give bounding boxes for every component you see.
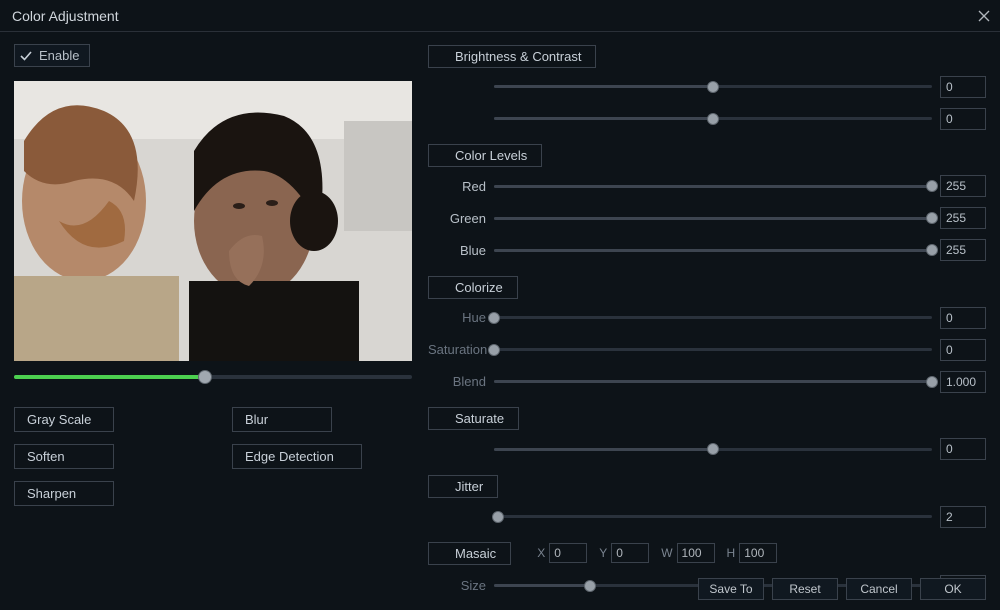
red-value[interactable] <box>940 175 986 197</box>
check-icon <box>19 49 33 63</box>
mosaic-header[interactable]: Masaic <box>428 542 511 565</box>
close-button[interactable] <box>976 8 992 24</box>
sharpen-button[interactable]: Sharpen <box>14 481 114 506</box>
saturation-value[interactable] <box>940 339 986 361</box>
brightness-value[interactable] <box>940 76 986 98</box>
close-icon <box>978 10 990 22</box>
hue-label: Hue <box>428 310 494 325</box>
preview-slider[interactable] <box>14 369 412 385</box>
green-slider[interactable] <box>494 210 932 226</box>
saturate-value[interactable] <box>940 438 986 460</box>
colorize-header[interactable]: Colorize <box>428 276 518 299</box>
preview-image <box>14 81 412 361</box>
enable-checkbox[interactable]: Enable <box>14 44 90 67</box>
blue-label: Blue <box>428 243 494 258</box>
hue-value[interactable] <box>940 307 986 329</box>
red-slider[interactable] <box>494 178 932 194</box>
red-label: Red <box>428 179 494 194</box>
mosaic-x-input[interactable] <box>549 543 587 563</box>
saturate-header[interactable]: Saturate <box>428 407 519 430</box>
reset-button[interactable]: Reset <box>772 578 838 600</box>
mosaic-h-input[interactable] <box>739 543 777 563</box>
mosaic-w-label: W <box>661 546 672 560</box>
mosaic-h-label: H <box>727 546 736 560</box>
enable-label: Enable <box>39 48 79 63</box>
blue-value[interactable] <box>940 239 986 261</box>
brightness-contrast-header[interactable]: Brightness & Contrast <box>428 45 596 68</box>
blend-label: Blend <box>428 374 494 389</box>
color-levels-header[interactable]: Color Levels <box>428 144 542 167</box>
mosaic-y-label: Y <box>599 546 607 560</box>
green-value[interactable] <box>940 207 986 229</box>
saturation-label: Saturation <box>428 342 494 357</box>
jitter-slider[interactable] <box>494 509 932 525</box>
gray-scale-button[interactable]: Gray Scale <box>14 407 114 432</box>
jitter-header[interactable]: Jitter <box>428 475 498 498</box>
green-label: Green <box>428 211 494 226</box>
blend-value[interactable] <box>940 371 986 393</box>
contrast-value[interactable] <box>940 108 986 130</box>
edge-detection-button[interactable]: Edge Detection <box>232 444 362 469</box>
saturate-slider[interactable] <box>494 441 932 457</box>
mosaic-w-input[interactable] <box>677 543 715 563</box>
save-to-button[interactable]: Save To <box>698 578 764 600</box>
mosaic-x-label: X <box>537 546 545 560</box>
hue-slider[interactable] <box>494 310 932 326</box>
blue-slider[interactable] <box>494 242 932 258</box>
jitter-value[interactable] <box>940 506 986 528</box>
window-title: Color Adjustment <box>12 8 119 24</box>
mosaic-y-input[interactable] <box>611 543 649 563</box>
contrast-slider[interactable] <box>494 111 932 127</box>
title-bar: Color Adjustment <box>0 0 1000 32</box>
mosaic-size-label: Size <box>428 578 494 593</box>
ok-button[interactable]: OK <box>920 578 986 600</box>
footer-buttons: Save To Reset Cancel OK <box>698 578 986 600</box>
blur-button[interactable]: Blur <box>232 407 332 432</box>
blend-slider[interactable] <box>494 374 932 390</box>
cancel-button[interactable]: Cancel <box>846 578 912 600</box>
saturation-slider[interactable] <box>494 342 932 358</box>
soften-button[interactable]: Soften <box>14 444 114 469</box>
brightness-slider[interactable] <box>494 79 932 95</box>
